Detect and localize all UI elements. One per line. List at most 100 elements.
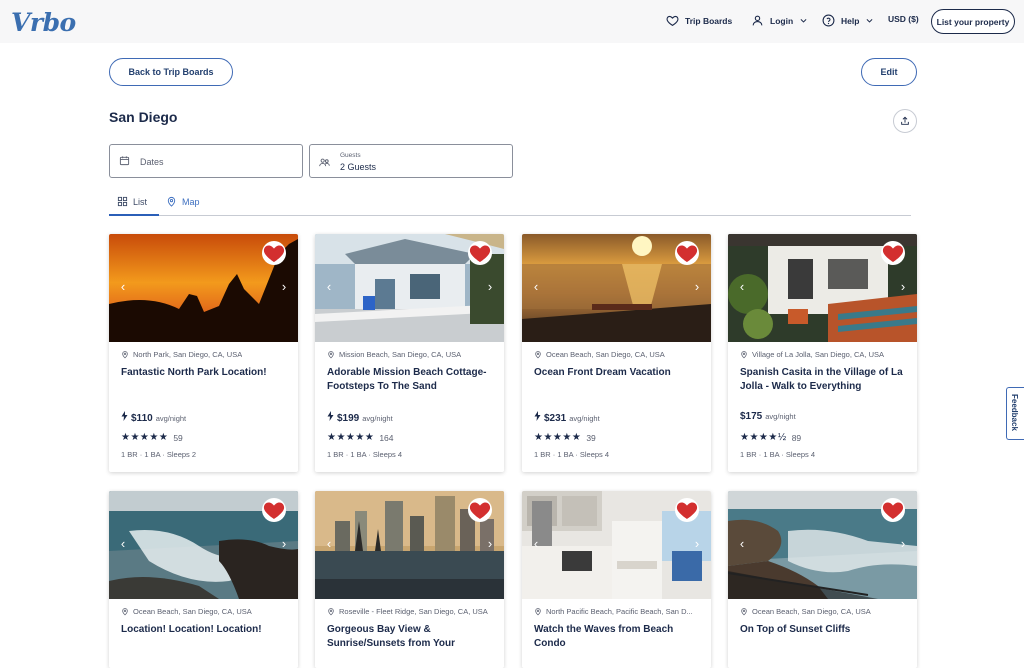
favorite-button[interactable]: [881, 498, 905, 522]
review-count: 89: [791, 432, 802, 443]
listing-photo[interactable]: ‹ ›: [728, 234, 917, 342]
prev-photo-arrow[interactable]: ‹: [737, 280, 747, 294]
guests-field[interactable]: Guests 2 Guests: [309, 144, 513, 178]
listing-card[interactable]: ‹ › Roseville - Fleet Ridge, San Diego, CA…: [315, 491, 504, 668]
listing-title[interactable]: Location! Location! Location!: [121, 623, 291, 637]
listing-title[interactable]: Watch the Waves from Beach Condo: [534, 623, 704, 651]
edit-button[interactable]: Edit: [861, 58, 917, 86]
star-rating: ★★★★★: [534, 432, 582, 443]
heart-filled-icon: [263, 245, 285, 262]
listing-card[interactable]: ‹ › Mission Beach, San Diego, CA, USA Adora…: [315, 234, 504, 472]
listing-rating: ★★★★★ 164: [327, 432, 394, 443]
location-pin-icon: [741, 608, 747, 616]
listing-location: North Park, San Diego, CA, USA: [121, 350, 242, 359]
listing-photo[interactable]: ‹ ›: [109, 234, 298, 342]
heart-filled-icon: [676, 245, 698, 262]
tab-map-label: Map: [182, 196, 200, 207]
price-unit: avg/night: [765, 412, 796, 421]
prev-photo-arrow[interactable]: ‹: [737, 537, 747, 551]
star-rating: ★★★★½: [740, 432, 787, 443]
back-to-trip-boards-button[interactable]: Back to Trip Boards: [109, 58, 233, 86]
listing-price: $231 avg/night: [534, 411, 600, 424]
favorite-button[interactable]: [675, 498, 699, 522]
listing-location: Mission Beach, San Diego, CA, USA: [327, 350, 461, 359]
listing-price: $175 avg/night: [740, 411, 796, 422]
review-count: 59: [173, 432, 183, 443]
listing-location-text: Mission Beach, San Diego, CA, USA: [339, 350, 462, 359]
listing-card[interactable]: ‹ › Ocean Beach, San Diego, CA, USA Locatio…: [109, 491, 298, 668]
favorite-button[interactable]: [468, 498, 492, 522]
instant-book-icon: [327, 411, 334, 421]
feedback-tab[interactable]: Feedback: [1006, 387, 1024, 440]
listing-title[interactable]: Fantastic North Park Location!: [121, 366, 291, 380]
listing-price: $110 avg/night: [121, 411, 186, 424]
share-button[interactable]: [893, 109, 917, 133]
price-amount: $110: [131, 413, 153, 424]
active-tab-indicator: [109, 214, 159, 216]
guests-icon: [319, 158, 330, 167]
location-pin-icon: [328, 351, 334, 359]
login-menu[interactable]: Login: [751, 14, 808, 27]
listing-location-text: Ocean Beach, San Diego, CA, USA: [546, 350, 665, 359]
listing-title[interactable]: Spanish Casita in the Village of La Joll…: [740, 366, 910, 394]
heart-filled-icon: [469, 502, 491, 519]
listing-photo[interactable]: ‹ ›: [522, 234, 711, 342]
prev-photo-arrow[interactable]: ‹: [324, 280, 334, 294]
listing-title[interactable]: On Top of Sunset Cliffs: [740, 623, 910, 637]
calendar-icon: [119, 156, 130, 166]
listing-photo[interactable]: ‹ ›: [315, 234, 504, 342]
tab-map[interactable]: Map: [166, 196, 200, 207]
listing-location-text: Ocean Beach, San Diego, CA, USA: [752, 607, 871, 616]
favorite-button[interactable]: [468, 241, 492, 265]
grid-icon: [117, 196, 128, 207]
listing-card[interactable]: ‹ › Ocean Beach, San Diego, CA, USA Ocean F…: [522, 234, 711, 472]
location-pin-icon: [535, 608, 541, 616]
listing-specs: 1 BR · 1 BA · Sleeps 4: [327, 450, 403, 459]
heart-filled-icon: [469, 245, 491, 262]
trip-boards-label: Trip Boards: [685, 15, 733, 26]
listing-title[interactable]: Gorgeous Bay View & Sunrise/Sunsets from…: [327, 623, 497, 651]
location-pin-icon: [535, 351, 541, 359]
list-property-button[interactable]: List your property: [931, 9, 1015, 34]
listing-rating: ★★★★½ 89: [740, 432, 801, 443]
feedback-label: Feedback: [1010, 394, 1019, 431]
heart-filled-icon: [263, 502, 285, 519]
listing-title[interactable]: Adorable Mission Beach Cottage-Footsteps…: [327, 366, 497, 394]
heart-filled-icon: [882, 245, 904, 262]
instant-book-icon: [534, 411, 541, 421]
heart-filled-icon: [882, 502, 904, 519]
help-menu[interactable]: Help: [822, 14, 874, 27]
prev-photo-arrow[interactable]: ‹: [118, 280, 128, 294]
listing-card[interactable]: ‹ › Village of La Jolla, San Diego, CA, US…: [728, 234, 917, 472]
favorite-button[interactable]: [881, 241, 905, 265]
listing-photo[interactable]: ‹ ›: [522, 491, 711, 599]
prev-photo-arrow[interactable]: ‹: [324, 537, 334, 551]
heart-filled-icon: [676, 502, 698, 519]
listing-location-text: North Park, San Diego, CA, USA: [133, 350, 243, 359]
listing-location: Ocean Beach, San Diego, CA, USA: [740, 607, 871, 616]
listing-photo[interactable]: ‹ ›: [728, 491, 917, 599]
prev-photo-arrow[interactable]: ‹: [531, 537, 541, 551]
vrbo-logo[interactable]: Vrbo: [11, 8, 76, 37]
listing-card[interactable]: ‹ › Ocean Beach, San Diego, CA, USA On Top …: [728, 491, 917, 668]
prev-photo-arrow[interactable]: ‹: [118, 537, 128, 551]
prev-photo-arrow[interactable]: ‹: [531, 280, 541, 294]
top-header: Vrbo Trip Boards Login Help USD ($) List…: [0, 0, 1024, 43]
listing-location-text: Village of La Jolla, San Diego, CA, USA: [752, 350, 885, 359]
favorite-button[interactable]: [262, 498, 286, 522]
listing-card[interactable]: ‹ › North Pacific Beach, Pacific Beach, Sa…: [522, 491, 711, 668]
listing-card[interactable]: ‹ › North Park, San Diego, CA, USA Fantasti…: [109, 234, 298, 472]
favorite-button[interactable]: [675, 241, 699, 265]
favorite-button[interactable]: [262, 241, 286, 265]
share-icon: [901, 116, 909, 125]
listing-title[interactable]: Ocean Front Dream Vacation: [534, 366, 704, 380]
dates-field[interactable]: Dates: [109, 144, 303, 178]
trip-boards-link[interactable]: Trip Boards: [666, 14, 732, 27]
listing-rating: ★★★★★ 59: [121, 432, 183, 443]
currency-selector[interactable]: USD ($): [888, 14, 919, 24]
tab-list[interactable]: List: [117, 196, 147, 207]
listing-photo[interactable]: ‹ ›: [109, 491, 298, 599]
chevron-down-icon: [866, 19, 873, 23]
listing-photo[interactable]: ‹ ›: [315, 491, 504, 599]
listing-location-text: Ocean Beach, San Diego, CA, USA: [133, 607, 252, 616]
